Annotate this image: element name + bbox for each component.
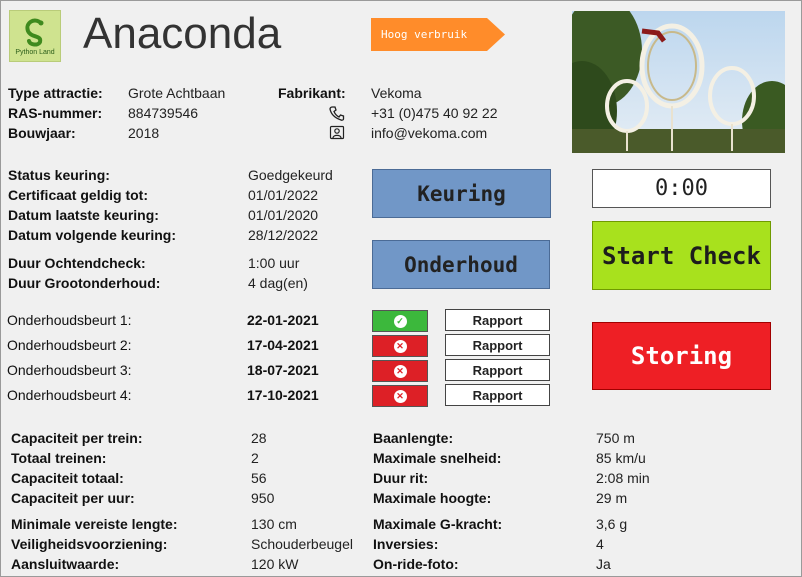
check-icon: ✓ [393, 314, 407, 328]
ras-label: RAS-nummer: [8, 105, 103, 121]
spec-label: Capaciteit totaal: [11, 470, 124, 486]
year-value: 2018 [128, 125, 160, 141]
spec-label: On-ride-foto: [373, 556, 459, 572]
last-inspection-label: Datum laatste keuring: [8, 207, 159, 223]
rapport-button[interactable]: Rapport [445, 359, 550, 381]
spec-value: 29 m [596, 490, 628, 506]
phone-value: +31 (0)475 40 92 22 [371, 105, 498, 121]
ras-value: 884739546 [128, 105, 199, 121]
maintenance-label: Onderhoudsbeurt 2: [7, 337, 132, 353]
spec-value: 3,6 g [596, 516, 628, 532]
spec-label: Minimale vereiste lengte: [11, 516, 178, 532]
spec-value: 2 [251, 450, 259, 466]
page-title: Anaconda [83, 9, 282, 58]
maintenance-date: 18-07-2021 [247, 362, 319, 378]
logo-text: Python Land [15, 48, 55, 56]
spec-value: Schouderbeugel [251, 536, 353, 552]
rapport-button[interactable]: Rapport [445, 309, 550, 331]
spec-value: 85 km/u [596, 450, 646, 466]
spec-label: Baanlengte: [373, 430, 454, 446]
type-label: Type attractie: [8, 85, 103, 101]
storing-button[interactable]: Storing [592, 322, 771, 390]
rapport-button[interactable]: Rapport [445, 384, 550, 406]
spec-label: Maximale G-kracht: [373, 516, 503, 532]
spec-label: Aansluitwaarde: [11, 556, 120, 572]
maintenance-label: Onderhoudsbeurt 3: [7, 362, 132, 378]
maintenance-label: Onderhoudsbeurt 4: [7, 387, 132, 403]
spec-label: Inversies: [373, 536, 439, 552]
spec-label: Maximale snelheid: [373, 450, 502, 466]
spec-label: Capaciteit per trein: [11, 430, 143, 446]
spec-label: Maximale hoogte: [373, 490, 492, 506]
spec-label: Veiligheidsvoorziening: [11, 536, 168, 552]
type-value: Grote Achtbaan [128, 85, 226, 101]
maintenance-status-indicator: ✕ [372, 385, 428, 407]
maker-label: Fabrikant: [278, 85, 346, 101]
email-value: info@vekoma.com [371, 125, 488, 141]
maintenance-status-indicator: ✓ [372, 310, 428, 332]
maintenance-status-indicator: ✕ [372, 360, 428, 382]
cert-value: 01/01/2022 [248, 187, 319, 203]
spec-value: Ja [596, 556, 611, 572]
spec-label: Totaal treinen: [11, 450, 107, 466]
spec-label: Capaciteit per uur: [11, 490, 135, 506]
spec-value: 2:08 min [596, 470, 650, 486]
phone-icon [329, 106, 345, 121]
spec-value: 120 kW [251, 556, 299, 572]
spec-value: 750 m [596, 430, 635, 446]
spec-value: 56 [251, 470, 267, 486]
app-window: Python Land Anaconda Hoog verbruik Type … [0, 0, 802, 577]
maintenance-date: 22-01-2021 [247, 312, 319, 328]
start-check-button[interactable]: Start Check [592, 221, 771, 290]
last-inspection-value: 01/01/2020 [248, 207, 319, 223]
morning-check-value: 1:00 uur [248, 255, 300, 271]
morning-check-label: Duur Ochtendcheck: [8, 255, 146, 271]
keuring-button[interactable]: Keuring [372, 169, 551, 218]
rapport-button[interactable]: Rapport [445, 334, 550, 356]
maintenance-date: 17-10-2021 [247, 387, 319, 403]
cross-icon: ✕ [393, 364, 407, 378]
snake-icon [25, 18, 44, 46]
python-land-logo: Python Land [9, 10, 61, 62]
cert-label: Certificaat geldig tot: [8, 187, 149, 203]
major-maintenance-label: Duur Grootonderhoud: [8, 275, 161, 291]
maker-value: Vekoma [371, 85, 422, 101]
status-label: Status keuring: [8, 167, 110, 183]
next-inspection-value: 28/12/2022 [248, 227, 319, 243]
major-maintenance-value: 4 dag(en) [248, 275, 308, 291]
onderhoud-button[interactable]: Onderhoud [372, 240, 550, 289]
spec-value: 28 [251, 430, 267, 446]
status-value: Goedgekeurd [248, 167, 333, 183]
maintenance-status-indicator: ✕ [372, 335, 428, 357]
spec-label: Duur rit: [373, 470, 429, 486]
cross-icon: ✕ [393, 339, 407, 353]
maintenance-date: 17-04-2021 [247, 337, 319, 353]
next-inspection-label: Datum volgende keuring: [8, 227, 177, 243]
timer-display: 0:00 [592, 169, 771, 208]
contact-mail-icon [329, 125, 345, 140]
cross-icon: ✕ [393, 389, 407, 403]
high-usage-badge-label: Hoog verbruik [381, 28, 468, 41]
spec-value: 130 cm [251, 516, 297, 532]
spec-value: 4 [596, 536, 604, 552]
spec-value: 950 [251, 490, 275, 506]
attraction-photo [572, 11, 785, 153]
maintenance-label: Onderhoudsbeurt 1: [7, 312, 132, 328]
year-label: Bouwjaar: [8, 125, 76, 141]
